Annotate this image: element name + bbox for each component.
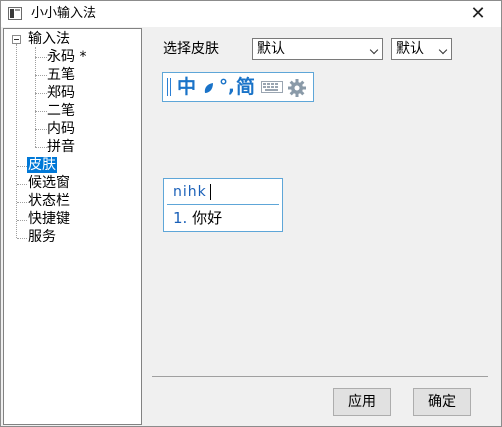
tree-connector (35, 57, 47, 58)
tree-item-label: 快捷键 (28, 211, 70, 227)
text-caret (210, 184, 211, 200)
candidate-item: 1. 你好 (173, 209, 222, 227)
tree-item-label: 五笔 (47, 67, 75, 83)
skin-variant-dropdown-value: 默认 (396, 41, 424, 57)
tree-item-wubi[interactable]: 五笔 (47, 66, 75, 84)
title-bar: 小小输入法 ✕ (1, 1, 501, 27)
tree-item-label: 输入法 (28, 31, 70, 47)
settings-window: 小小输入法 ✕ 输入法 永码 * 五笔 郑码 二笔 内码 拼音 皮肤 候选窗 状… (0, 0, 502, 427)
skin-dropdown[interactable]: 默认 (252, 38, 383, 60)
tree-item-label: 状态栏 (28, 193, 70, 209)
tree-connector (17, 184, 27, 185)
tree-connector (17, 166, 27, 167)
tree-connector (35, 147, 47, 148)
skin-dropdown-value: 默认 (257, 41, 285, 57)
tree-item-label: 郑码 (47, 85, 75, 101)
skin-variant-dropdown[interactable]: 默认 (391, 38, 452, 60)
tree-item-skin[interactable]: 皮肤 (27, 156, 57, 174)
skin-select-label: 选择皮肤 (163, 41, 219, 57)
close-button[interactable]: ✕ (455, 1, 501, 27)
tree-item-label: 拼音 (47, 139, 75, 155)
tree-item-label: 二笔 (47, 103, 75, 119)
apply-button[interactable]: 应用 (333, 388, 391, 416)
tree-connector (35, 47, 36, 147)
tree-item-input-methods[interactable]: 输入法 (28, 30, 70, 48)
app-icon (8, 7, 22, 20)
simplified-mode-indicator: 简 (236, 76, 256, 98)
gear-icon (288, 79, 306, 97)
half-moon-icon (204, 83, 213, 93)
tree-connector (35, 93, 47, 94)
chinese-mode-indicator: 中 (177, 76, 197, 98)
ok-button[interactable]: 确定 (413, 388, 471, 416)
punctuation-mode-indicator: °, (219, 76, 235, 97)
tree-connector (35, 75, 47, 76)
tree-connector (17, 202, 27, 203)
keyboard-icon (261, 81, 283, 93)
tree-item-zhengma[interactable]: 郑码 (47, 84, 75, 102)
candidate-number: 1. (173, 209, 188, 227)
tree-item-label: 服务 (28, 229, 56, 245)
tree-connector (17, 220, 27, 221)
tree-item-service[interactable]: 服务 (28, 228, 56, 246)
chevron-down-icon (438, 45, 448, 55)
settings-tree[interactable]: 输入法 永码 * 五笔 郑码 二笔 内码 拼音 皮肤 候选窗 状态栏 快捷键 服… (3, 28, 142, 425)
footer-separator (152, 376, 488, 377)
tree-item-label: 皮肤 (27, 157, 57, 173)
tree-item-pinyin[interactable]: 拼音 (47, 138, 75, 156)
tree-item-yongma[interactable]: 永码 * (47, 48, 86, 66)
tree-item-status-bar[interactable]: 状态栏 (28, 192, 70, 210)
drag-handle-icon (170, 78, 171, 96)
tree-item-erbi[interactable]: 二笔 (47, 102, 75, 120)
candidate-window-preview: nihk 1. 你好 (163, 178, 283, 232)
tree-item-hotkeys[interactable]: 快捷键 (28, 210, 70, 228)
tree-connector (16, 44, 17, 238)
tree-connector (35, 111, 47, 112)
tree-item-label: 永码 * (47, 49, 87, 65)
candidate-text: 你好 (192, 209, 223, 227)
drag-handle-icon (167, 78, 168, 96)
composition-text: nihk (173, 184, 207, 200)
tree-item-neima[interactable]: 内码 (47, 120, 75, 138)
tree-item-label: 内码 (47, 121, 75, 137)
status-bar-preview: 中 °, 简 (162, 72, 314, 102)
chevron-down-icon (369, 45, 379, 55)
tree-item-candidate-window[interactable]: 候选窗 (28, 174, 70, 192)
collapse-toggle-icon[interactable] (12, 35, 21, 44)
tree-connector (17, 238, 27, 239)
candidate-divider (167, 204, 279, 205)
tree-item-label: 候选窗 (28, 175, 70, 191)
window-title: 小小输入法 (31, 6, 97, 21)
tree-connector (35, 129, 47, 130)
